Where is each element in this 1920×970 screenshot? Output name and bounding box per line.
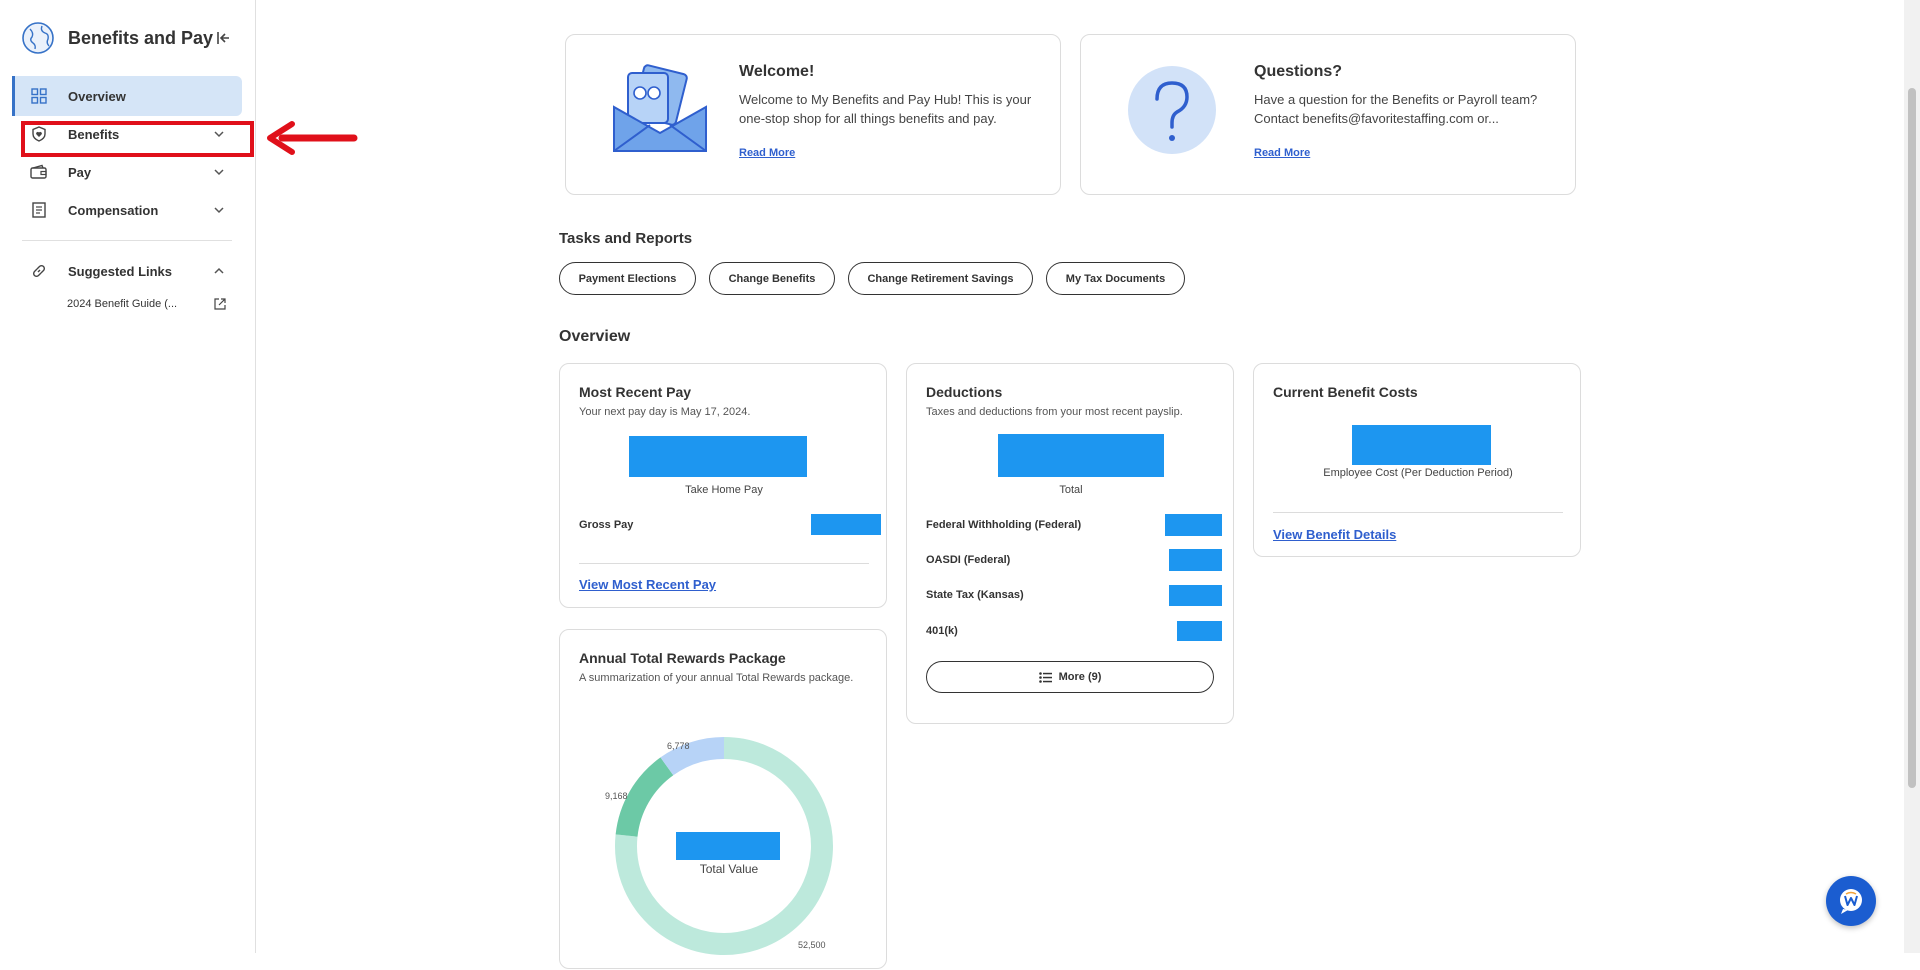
sidebar-nav: Overview Benefits Pay Compensation Sugge…: [12, 76, 242, 319]
sidebar-item-label: Pay: [68, 164, 92, 180]
document-icon: [30, 201, 48, 219]
sidebar-item-overview[interactable]: Overview: [12, 76, 242, 116]
more-deductions-label: More (9): [1058, 671, 1102, 683]
more-deductions-button[interactable]: More (9): [926, 661, 1214, 693]
overview-title: Overview: [559, 328, 631, 345]
chip-change-benefits[interactable]: Change Benefits: [709, 262, 835, 295]
card-divider: [1273, 512, 1563, 513]
most-recent-pay-card: Most Recent Pay Your next pay day is May…: [559, 363, 887, 608]
sidebar-item-label: Overview: [68, 88, 126, 104]
sidebar-item-label: Suggested Links: [68, 263, 173, 279]
sidebar-item-suggested-links[interactable]: Suggested Links: [12, 251, 242, 291]
employee-cost-value: [1352, 425, 1491, 465]
sidebar-title: Benefits and Pay: [68, 27, 214, 48]
sidebar-item-label: Compensation: [68, 202, 159, 218]
take-home-pay-caption: Take Home Pay: [685, 484, 763, 496]
link-icon: [30, 262, 48, 280]
rewards-card: Annual Total Rewards Package A summariza…: [559, 629, 887, 969]
benefit-costs-card: Current Benefit Costs Employee Cost (Per…: [1253, 363, 1581, 557]
most-recent-pay-subtitle: Your next pay day is May 17, 2024.: [579, 406, 751, 418]
assistant-chat-button[interactable]: [1826, 876, 1876, 926]
welcome-card: Welcome! Welcome to My Benefits and Pay …: [565, 34, 1061, 195]
chip-change-retirement-savings[interactable]: Change Retirement Savings: [848, 262, 1033, 295]
suggested-link-label: 2024 Benefit Guide (...: [67, 298, 178, 310]
globe-icon: [22, 22, 54, 54]
gross-pay-label: Gross Pay: [579, 519, 634, 531]
sidebar-divider: [22, 240, 232, 241]
slice-label-52500: 52,500: [798, 940, 826, 950]
list-icon: [1038, 671, 1052, 683]
deduction-row-value: [1177, 621, 1222, 641]
deduction-row-value: [1165, 514, 1222, 536]
employee-cost-caption: Employee Cost (Per Deduction Period): [1323, 467, 1513, 479]
tasks-title: Tasks and Reports: [559, 230, 693, 247]
chevron-down-icon: [214, 169, 224, 176]
suggested-link-benefit-guide[interactable]: 2024 Benefit Guide (...: [12, 289, 242, 319]
view-most-recent-pay-link[interactable]: View Most Recent Pay: [579, 577, 716, 592]
chip-my-tax-documents[interactable]: My Tax Documents: [1046, 262, 1185, 295]
questions-read-more-link[interactable]: Read More: [1254, 147, 1310, 159]
chevron-down-icon: [214, 207, 224, 214]
grid-icon: [30, 87, 48, 105]
question-mark-icon: [1128, 66, 1216, 154]
deductions-total-caption: Total: [1059, 484, 1083, 496]
deductions-card: Deductions Taxes and deductions from you…: [906, 363, 1234, 724]
chevron-up-icon: [214, 267, 224, 274]
questions-title: Questions?: [1254, 63, 1343, 80]
chip-payment-elections[interactable]: Payment Elections: [559, 262, 696, 295]
questions-card: Questions? Have a question for the Benef…: [1080, 34, 1576, 195]
sidebar-header: Benefits and Pay: [20, 20, 240, 56]
deduction-row-label: Federal Withholding (Federal): [926, 519, 1082, 531]
red-arrow-icon: [267, 121, 358, 155]
scrollbar-thumb[interactable]: [1908, 88, 1916, 788]
welcome-body: Welcome to My Benefits and Pay Hub! This…: [739, 92, 1032, 126]
external-link-icon: [214, 298, 226, 310]
welcome-read-more-link[interactable]: Read More: [739, 147, 795, 159]
slice-label-6778: 6,778: [667, 741, 690, 751]
chat-bubble-icon: [1840, 889, 1862, 914]
total-value-amount: [676, 832, 780, 860]
deduction-row-label: OASDI (Federal): [926, 554, 1011, 566]
benefit-costs-title: Current Benefit Costs: [1273, 384, 1418, 400]
sidebar-item-compensation[interactable]: Compensation: [12, 190, 242, 230]
donut-slice-9168[interactable]: [615, 757, 674, 838]
deduction-row-label: 401(k): [926, 625, 958, 637]
take-home-pay-value: [629, 436, 807, 477]
deduction-row-value: [1169, 549, 1222, 571]
total-value-label: Total Value: [699, 862, 759, 876]
wallet-icon: [30, 163, 48, 181]
page-scrollbar[interactable]: [1904, 0, 1920, 953]
collapse-sidebar-icon[interactable]: [214, 28, 234, 48]
deduction-row-label: State Tax (Kansas): [926, 589, 1024, 601]
most-recent-pay-title: Most Recent Pay: [579, 384, 692, 400]
card-divider: [579, 563, 869, 564]
deductions-title: Deductions: [926, 384, 1003, 400]
questions-body: Have a question for the Benefits or Payr…: [1254, 92, 1538, 126]
deduction-row-value: [1169, 585, 1222, 606]
sidebar-item-pay[interactable]: Pay: [12, 152, 242, 192]
highlight-box: [21, 121, 254, 157]
slice-label-9168: 9,168: [605, 791, 628, 801]
gross-pay-value: [811, 514, 881, 535]
welcome-title: Welcome!: [739, 63, 815, 80]
deductions-subtitle: Taxes and deductions from your most rece…: [926, 406, 1183, 418]
deductions-total-value: [998, 434, 1164, 477]
view-benefit-details-link[interactable]: View Benefit Details: [1273, 527, 1396, 542]
envelope-card-icon: [613, 64, 707, 152]
